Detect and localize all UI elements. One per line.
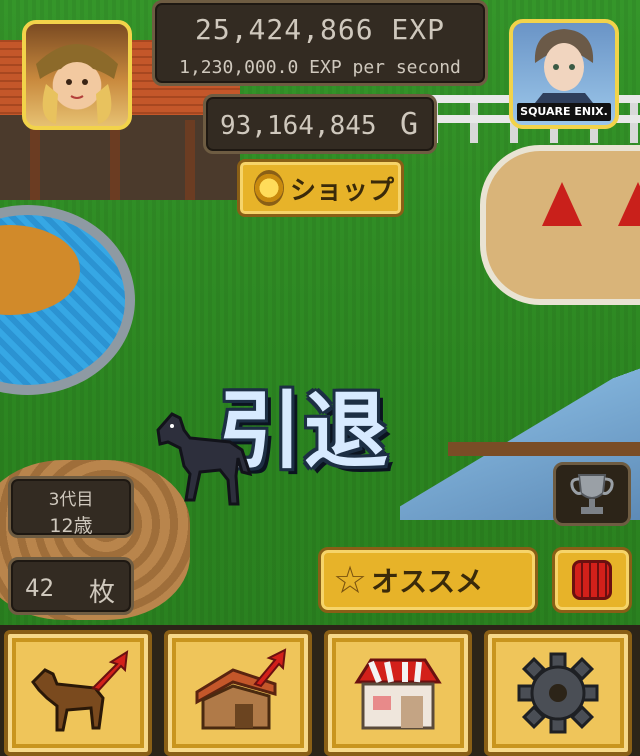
horse-sprite[interactable] bbox=[150, 400, 260, 510]
gold-unit: G bbox=[399, 107, 418, 142]
star-icon: ☆ bbox=[333, 558, 368, 602]
settings-button[interactable] bbox=[484, 630, 632, 756]
exp-rate: 1,230,000.0 EXP per second bbox=[179, 57, 461, 78]
shop-nav-button[interactable] bbox=[324, 630, 472, 756]
recommend-button[interactable]: ☆ オススメ bbox=[318, 547, 538, 613]
stable-arrow-icon bbox=[195, 648, 287, 730]
character-portrait-icon bbox=[534, 29, 594, 103]
cone-icon bbox=[618, 182, 640, 226]
sponsor-avatar[interactable]: SQUARE ENIX. bbox=[509, 19, 619, 129]
coin-icon bbox=[254, 170, 284, 206]
stable-upgrade-button[interactable] bbox=[164, 630, 312, 756]
barn-post bbox=[30, 120, 40, 200]
gold-amount: 93,164,845 bbox=[220, 111, 377, 141]
shop-label: ショップ bbox=[290, 175, 395, 206]
publisher-label: SQUARE ENIX. bbox=[517, 103, 611, 121]
ticket-unit: 枚 bbox=[88, 578, 115, 608]
exp-panel: 25,424,866 EXP 1,230,000.0 EXP per secon… bbox=[152, 0, 488, 86]
bag-icon bbox=[572, 560, 612, 600]
ticket-panel: 42 枚 bbox=[8, 557, 134, 615]
gold-panel: 93,164,845 G bbox=[203, 94, 437, 154]
trophy-button[interactable] bbox=[553, 462, 631, 526]
recommend-label: オススメ bbox=[371, 565, 484, 598]
player-avatar[interactable] bbox=[22, 20, 132, 130]
exp-total: 25,424,866 EXP bbox=[194, 13, 445, 46]
shop-button[interactable]: ショップ bbox=[237, 159, 404, 217]
generation-label: 3代目 bbox=[48, 490, 94, 510]
wooden-rail bbox=[448, 442, 640, 456]
warrior-portrait-icon bbox=[36, 44, 118, 124]
horse-upgrade-button[interactable] bbox=[4, 630, 152, 756]
trophy-icon bbox=[570, 474, 614, 514]
age-label: 12歳 bbox=[49, 515, 93, 537]
ticket-count: 42 bbox=[25, 574, 54, 602]
cone-icon bbox=[542, 182, 582, 226]
shop-awning-icon bbox=[354, 658, 442, 730]
horse-arrow-icon bbox=[31, 650, 129, 732]
gear-icon bbox=[517, 652, 599, 734]
horse-status-panel: 3代目 12歳 bbox=[8, 476, 134, 538]
barn-post bbox=[185, 120, 195, 200]
bag-button[interactable] bbox=[552, 547, 632, 613]
barn-post bbox=[110, 120, 120, 200]
